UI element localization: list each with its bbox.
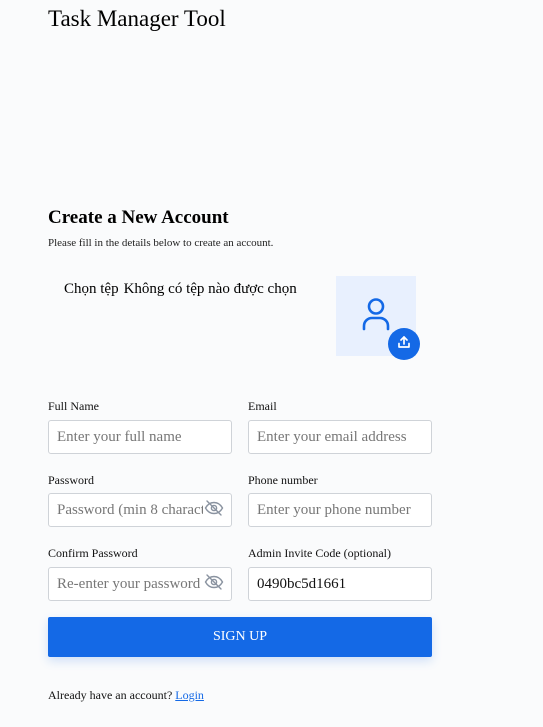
email-input[interactable]: [248, 420, 432, 454]
upload-icon: [396, 334, 412, 355]
signup-button[interactable]: SIGN UP: [48, 617, 432, 657]
confirm-password-label: Confirm Password: [48, 546, 138, 560]
phone-input[interactable]: [248, 493, 432, 527]
avatar-file-input[interactable]: Chọn tệp Không có tệp nào được chọn: [64, 279, 297, 299]
app-title: Task Manager Tool: [48, 6, 226, 31]
password-visibility-toggle[interactable]: [204, 499, 224, 521]
password-label: Password: [48, 473, 95, 487]
eye-off-icon: [204, 573, 224, 595]
user-icon: [361, 297, 391, 336]
avatar-upload-button[interactable]: [388, 328, 420, 360]
full-name-input[interactable]: [48, 420, 232, 454]
eye-off-icon: [204, 499, 224, 521]
file-status-text: Không có tệp nào được chọn: [123, 281, 297, 297]
email-label: Email: [248, 399, 277, 413]
login-prompt-row: Already have an account? Login: [48, 687, 204, 703]
confirm-password-visibility-toggle[interactable]: [204, 573, 224, 595]
invite-code-input[interactable]: [248, 567, 432, 601]
full-name-label: Full Name: [48, 399, 99, 413]
invite-code-label: Admin Invite Code (optional): [248, 546, 391, 560]
login-link[interactable]: Login: [175, 688, 204, 702]
form-title: Create a New Account: [48, 207, 229, 228]
login-prompt-text: Already have an account?: [48, 688, 173, 702]
choose-file-button[interactable]: Chọn tệp: [64, 279, 119, 299]
phone-label: Phone number: [248, 473, 318, 487]
form-subtitle: Please fill in the details below to crea…: [48, 237, 274, 249]
